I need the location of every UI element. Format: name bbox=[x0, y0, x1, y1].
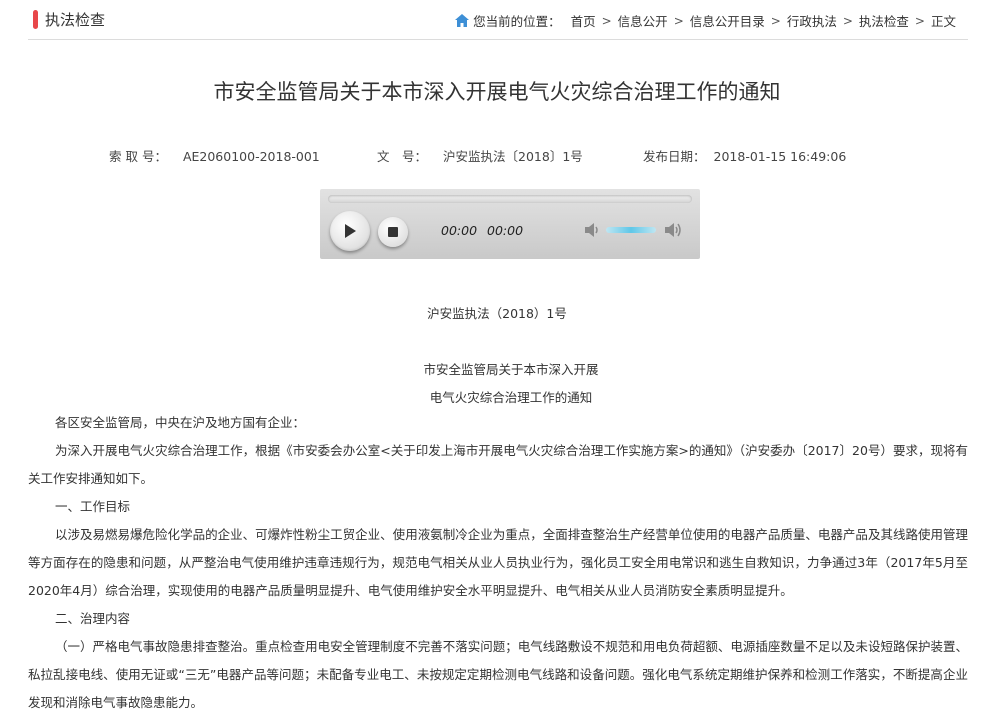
volume-mute-icon bbox=[585, 223, 598, 237]
meta-doc-value: 沪安监执法〔2018〕1号 bbox=[443, 149, 583, 164]
breadcrumb-separator: > bbox=[914, 13, 925, 28]
meta-doc-label: 文 号： bbox=[377, 149, 428, 164]
meta-date-value: 2018-01-15 16:49:06 bbox=[713, 149, 847, 164]
breadcrumb-separator: > bbox=[842, 13, 853, 28]
stop-button[interactable] bbox=[378, 217, 408, 247]
section-title: 执法检查 bbox=[45, 11, 106, 29]
current-time: 00:00 bbox=[441, 223, 478, 238]
paragraph-goals: 以涉及易燃易爆危险化学品的企业、可爆炸性粉尘工贸企业、使用液氨制冷企业为重点，全… bbox=[28, 527, 968, 598]
meta-date: 发布日期： 2018-01-15 16:49:06 bbox=[643, 146, 846, 165]
paragraph-intro: 为深入开展电气火灾综合治理工作，根据《市安委会办公室<关于印发上海市开展电气火灾… bbox=[28, 443, 968, 486]
breadcrumb-current: 正文 bbox=[930, 14, 956, 29]
section-heading-content: 二、治理内容 bbox=[55, 611, 131, 626]
breadcrumb-home[interactable]: 首页 bbox=[571, 11, 596, 30]
header-bar: 执法检查 您当前的位置： 首页 > 信息公开 > 信息公开目录 > 行政执法 >… bbox=[28, 0, 968, 40]
home-icon bbox=[455, 14, 470, 27]
breadcrumb: 您当前的位置： 首页 > 信息公开 > 信息公开目录 > 行政执法 > 执法检查… bbox=[455, 11, 956, 30]
breadcrumb-prefix: 您当前的位置： bbox=[473, 14, 561, 29]
body-title-line1: 市安全监管局关于本市深入开展 bbox=[423, 362, 599, 377]
audio-progress-bar[interactable] bbox=[328, 195, 692, 203]
paragraph-content-1: （一）严格电气事故隐患排查整治。重点检查用电安全管理制度不完善不落实问题；电气线… bbox=[28, 639, 968, 710]
meta-doc-number: 文 号： 沪安监执法〔2018〕1号 bbox=[377, 146, 583, 165]
meta-date-label: 发布日期： bbox=[643, 149, 706, 164]
play-button[interactable] bbox=[330, 211, 370, 251]
audio-player: 00:00 00:00 bbox=[320, 189, 700, 259]
breadcrumb-info-catalog[interactable]: 信息公开目录 bbox=[690, 11, 765, 30]
breadcrumb-separator: > bbox=[601, 13, 612, 28]
doc-number: 沪安监执法（2018）1号 bbox=[427, 306, 567, 321]
volume-slider[interactable] bbox=[606, 227, 656, 233]
play-icon bbox=[345, 224, 356, 238]
article-title: 市安全监管局关于本市深入开展电气火灾综合治理工作的通知 bbox=[213, 80, 781, 104]
duration-time: 00:00 bbox=[487, 223, 524, 238]
breadcrumb-separator: > bbox=[673, 13, 684, 28]
breadcrumb-enforcement-inspection[interactable]: 执法检查 bbox=[859, 11, 909, 30]
breadcrumb-admin-enforcement[interactable]: 行政执法 bbox=[787, 11, 837, 30]
meta-index-value: AE2060100-2018-001 bbox=[182, 149, 320, 164]
stop-icon bbox=[388, 227, 398, 237]
meta-index: 索 取 号： AE2060100-2018-001 bbox=[109, 146, 320, 165]
body-title-line2: 电气火灾综合治理工作的通知 bbox=[429, 390, 593, 405]
volume-max-button[interactable] bbox=[664, 221, 684, 243]
paragraph-salutation: 各区安全监管局，中央在沪及地方国有企业： bbox=[55, 415, 306, 430]
section-accent-bar bbox=[33, 10, 38, 29]
volume-max-icon bbox=[665, 223, 681, 237]
meta-index-label: 索 取 号： bbox=[109, 149, 167, 164]
volume-mute-button[interactable] bbox=[584, 222, 602, 242]
section-heading-goals: 一、工作目标 bbox=[55, 499, 131, 514]
breadcrumb-separator: > bbox=[770, 13, 781, 28]
breadcrumb-info-public[interactable]: 信息公开 bbox=[618, 11, 668, 30]
